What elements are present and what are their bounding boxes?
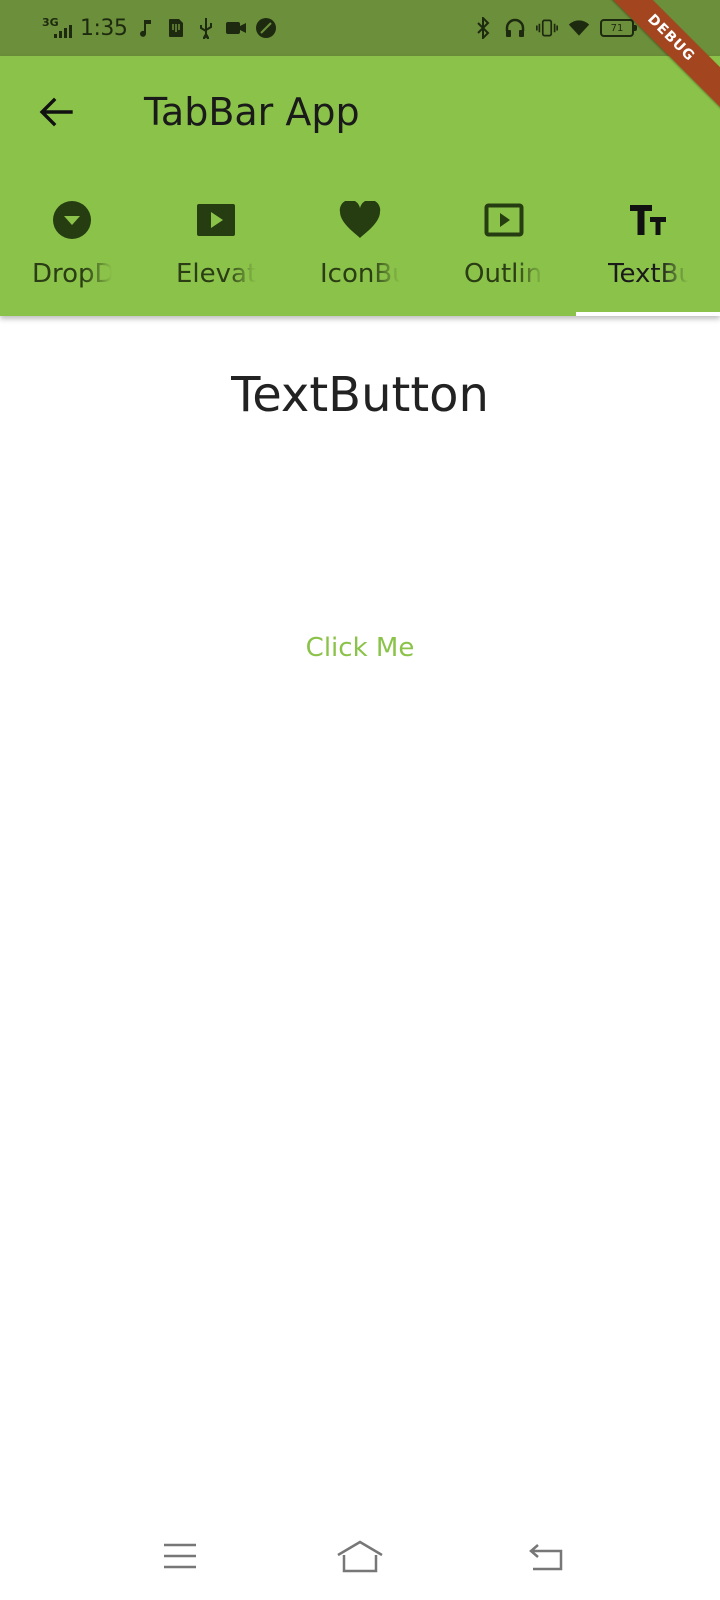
arrow-back-icon <box>39 97 73 127</box>
signal-icon <box>54 25 72 38</box>
system-nav-bar <box>0 1520 720 1600</box>
click-me-button[interactable]: Click Me <box>290 622 430 674</box>
page-title: TextButton <box>231 367 489 423</box>
status-left: 3G 1:35 <box>42 12 277 44</box>
status-bar: 3G 1:35 71 <box>0 0 720 56</box>
tab-outlined-button[interactable]: OutlinedButton <box>432 186 576 316</box>
tab-label: OutlinedButton <box>464 259 544 289</box>
back-nav-icon[interactable] <box>522 1536 570 1576</box>
video-camera-icon <box>225 17 247 39</box>
tab-label: ElevatedButton <box>176 259 256 289</box>
tab-elevated-button[interactable]: ElevatedButton <box>144 186 288 316</box>
app-title: TabBar App <box>144 90 360 134</box>
tab-indicator <box>576 312 720 316</box>
tab-label: TextButton <box>608 259 688 289</box>
tab-dropdown[interactable]: DropDown <box>0 186 144 316</box>
sd-card-icon <box>165 17 187 39</box>
tab-text-button[interactable]: TextButton <box>576 186 720 316</box>
tab-bar: DropDown ElevatedButton IconButton Outli… <box>0 186 720 316</box>
tab-label: DropDown <box>32 259 112 289</box>
battery-icon: 71 <box>600 19 637 37</box>
vibrate-icon <box>536 17 558 39</box>
app-bar: TabBar App DropDown ElevatedButton IconB… <box>0 56 720 316</box>
play-box-outline-icon <box>482 198 526 242</box>
usb-icon <box>195 17 217 39</box>
home-icon[interactable] <box>336 1536 384 1576</box>
headphones-icon <box>504 17 526 39</box>
heart-icon <box>338 198 382 242</box>
status-time: 1:35 <box>80 15 128 41</box>
music-note-icon <box>135 17 157 39</box>
battery-level: 71 <box>610 22 624 34</box>
menu-icon[interactable] <box>156 1536 204 1576</box>
back-button[interactable] <box>30 86 82 138</box>
wifi-icon <box>568 17 590 39</box>
tab-label: IconButton <box>320 259 400 289</box>
leaf-icon <box>255 17 277 39</box>
bluetooth-icon <box>472 17 494 39</box>
arrow-drop-down-circle-icon <box>50 198 94 242</box>
play-box-icon <box>194 198 238 242</box>
tab-icon-button[interactable]: IconButton <box>288 186 432 316</box>
network-indicator: 3G <box>42 16 72 40</box>
text-fields-icon <box>626 198 670 242</box>
